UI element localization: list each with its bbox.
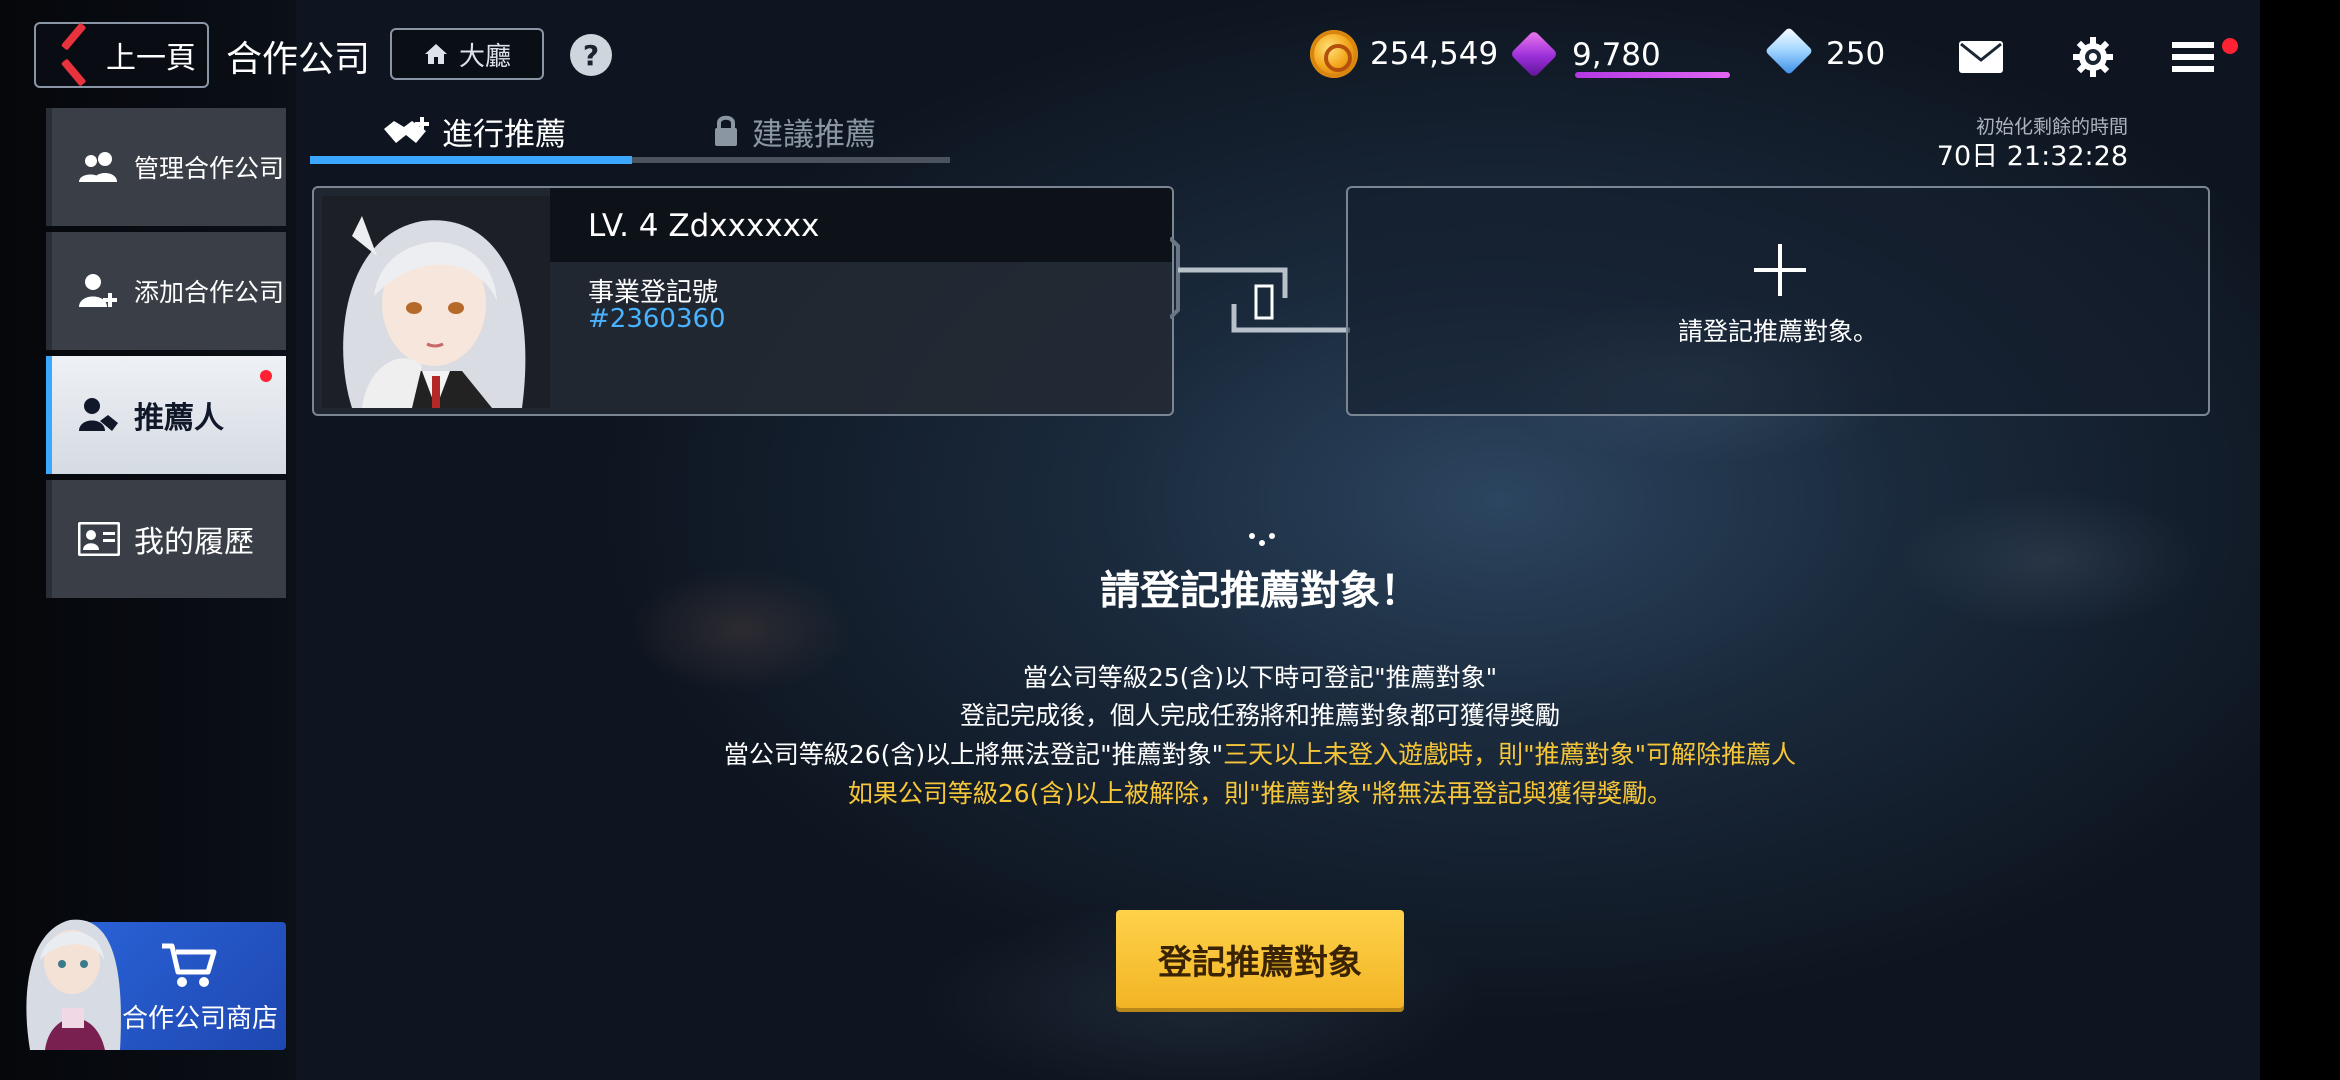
lobby-button-label: 大廳 <box>458 41 511 72</box>
diamond-currency[interactable]: 250 <box>1764 30 1885 78</box>
main-heading: 請登記推薦對象！ <box>1100 568 1420 614</box>
sidebar-item-label: 推薦人 <box>134 401 224 436</box>
my-company-card: LV. 4 Zdxxxxxx 事業登記號 #2360360 <box>312 186 1174 416</box>
inactive-tab-indicator <box>632 157 950 163</box>
player-name: LV. 4 Zdxxxxxx <box>588 208 820 244</box>
game-screen: 上一頁 合作公司 大廳 ? 254,549 9,780 250 管理合作公司 添… <box>0 0 2260 1080</box>
partner-shop-button[interactable]: 合作公司商店 <box>0 900 286 1050</box>
menu-icon[interactable] <box>2170 34 2216 80</box>
info-line-1: 當公司等級25(含)以下時可登記"推薦對象" <box>1022 663 1498 692</box>
purple-gem-bar <box>1575 72 1730 78</box>
profile-card-icon <box>78 522 120 556</box>
mail-icon[interactable] <box>1958 34 2004 80</box>
menu-notification-dot <box>2222 38 2238 54</box>
target-slot-label: 請登記推薦對象。 <box>1677 317 1878 346</box>
lobby-button[interactable]: 大廳 <box>390 28 544 80</box>
info-line-4: 如果公司等級26(含)以上被解除，則"推薦對象"將無法再登記與獲得獎勵。 <box>847 779 1673 808</box>
link-connector <box>1170 236 1350 333</box>
home-icon <box>424 44 447 64</box>
cart-icon <box>162 943 217 987</box>
active-tab-indicator <box>310 156 632 164</box>
purple-gem-icon <box>1508 30 1560 80</box>
tab-label: 建議推薦 <box>752 116 876 153</box>
lock-icon <box>715 115 737 146</box>
purple-gem-amount: 9,780 <box>1572 37 1661 73</box>
info-line-3-highlight: 三天以上未登入遊戲時，則"推薦對象"可解除推薦人 <box>1223 740 1797 769</box>
sidebar-item-label: 管理合作公司 <box>134 154 285 183</box>
settings-gear-icon[interactable] <box>2070 34 2116 80</box>
handshake-icon <box>384 117 429 143</box>
shop-button-label: 合作公司商店 <box>122 1004 279 1034</box>
handshake-user-icon <box>79 398 118 431</box>
register-target-slot[interactable]: 請登記推薦對象。 <box>1346 186 2210 416</box>
gold-amount: 254,549 <box>1370 36 1499 72</box>
diamond-amount: 250 <box>1826 36 1886 72</box>
back-chevron-icon <box>60 35 90 75</box>
sidebar-item-label: 我的履歷 <box>134 525 254 560</box>
back-button-label: 上一頁 <box>106 41 196 76</box>
tab-make-referral[interactable]: 進行推薦 <box>382 108 566 154</box>
player-avatar <box>322 196 550 408</box>
info-line-3: 當公司等級26(含)以上將無法登記"推薦對象"三天以上未登入遊戲時，則"推薦對象… <box>0 735 2260 771</box>
sidebar-item-add-partner[interactable]: 添加合作公司 <box>46 232 286 350</box>
plus-icon <box>1754 244 1806 296</box>
page-title: 合作公司 <box>226 39 371 80</box>
registration-number-value: #2360360 <box>588 304 726 334</box>
tab-suggested-referral[interactable]: 建議推薦 <box>712 108 876 154</box>
tab-label: 進行推薦 <box>442 116 566 153</box>
add-user-icon <box>79 274 117 307</box>
users-icon <box>79 152 117 182</box>
notification-dot <box>260 370 272 382</box>
reset-timer-value: 70日 21:32:28 <box>1936 141 2128 172</box>
sidebar-item-manage-partners[interactable]: 管理合作公司 <box>46 108 286 226</box>
help-icon[interactable]: ? <box>570 34 612 76</box>
info-line-2: 登記完成後，個人完成任務將和推薦對象都可獲得獎勵 <box>959 701 1560 730</box>
register-target-button[interactable]: 登記推薦對象 <box>1116 910 1404 1008</box>
sidebar-item-referrer[interactable]: 推薦人 <box>46 356 286 474</box>
sidebar-item-label: 添加合作公司 <box>134 278 285 307</box>
gold-currency[interactable]: 254,549 <box>1310 30 1498 78</box>
screen-edge <box>2260 0 2340 1080</box>
decorative-dots-icon <box>1249 533 1275 546</box>
back-button[interactable]: 上一頁 <box>34 22 209 88</box>
gold-coin-icon <box>1310 30 1358 78</box>
info-line-3-white: 當公司等級26(含)以上將無法登記"推薦對象" <box>723 740 1224 769</box>
diamond-icon <box>1764 30 1814 78</box>
